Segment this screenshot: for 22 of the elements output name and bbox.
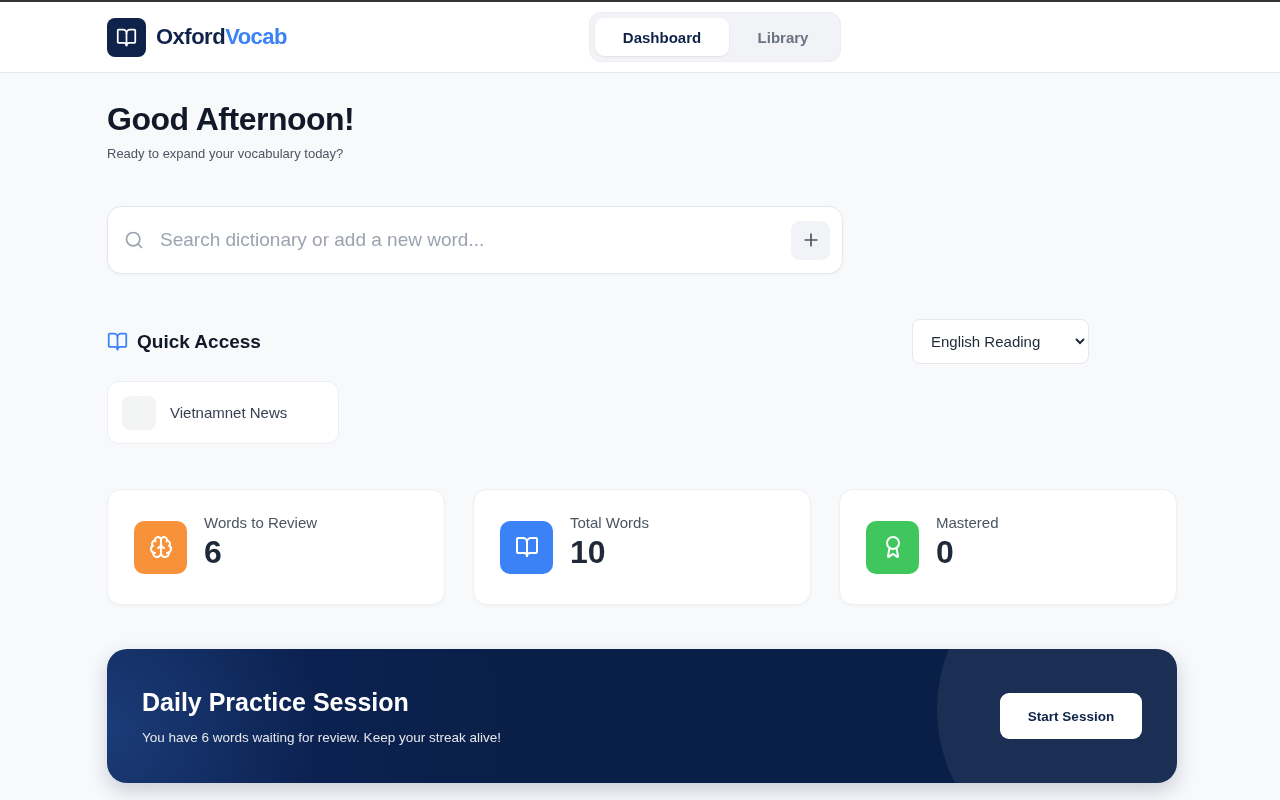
stat-label: Mastered (936, 513, 999, 531)
greeting-subtitle: Ready to expand your vocabulary today? (107, 146, 345, 161)
logo-text: OxfordVocab (156, 24, 287, 50)
nav-tab[interactable]: Dashboard (595, 18, 729, 56)
category-select[interactable]: English Reading (912, 319, 1089, 364)
quick-access-item[interactable]: Vietnamnet News (107, 381, 339, 444)
stat-value: 6 (204, 533, 223, 571)
nav-tab[interactable]: Library (731, 18, 835, 56)
stat-label: Words to Review (204, 513, 318, 531)
start-session-button[interactable]: Start Session (1000, 693, 1142, 739)
banner-text: You have 6 words waiting for review. Keep your streak alive! (142, 729, 501, 745)
search-icon (124, 230, 144, 250)
stat-label: Total Words (570, 513, 649, 531)
book-icon (107, 331, 128, 352)
search-field[interactable]: Search dictionary or add a new word... (107, 206, 843, 274)
stat-value: 10 (570, 533, 607, 571)
stat-value: 0 (936, 533, 955, 571)
greeting-title: Good Afternoon! (107, 101, 356, 138)
section-title: Quick Access (137, 330, 261, 353)
logo-icon (107, 17, 146, 57)
add-button[interactable] (791, 220, 830, 260)
banner-title: Daily Practice Session (142, 687, 410, 717)
